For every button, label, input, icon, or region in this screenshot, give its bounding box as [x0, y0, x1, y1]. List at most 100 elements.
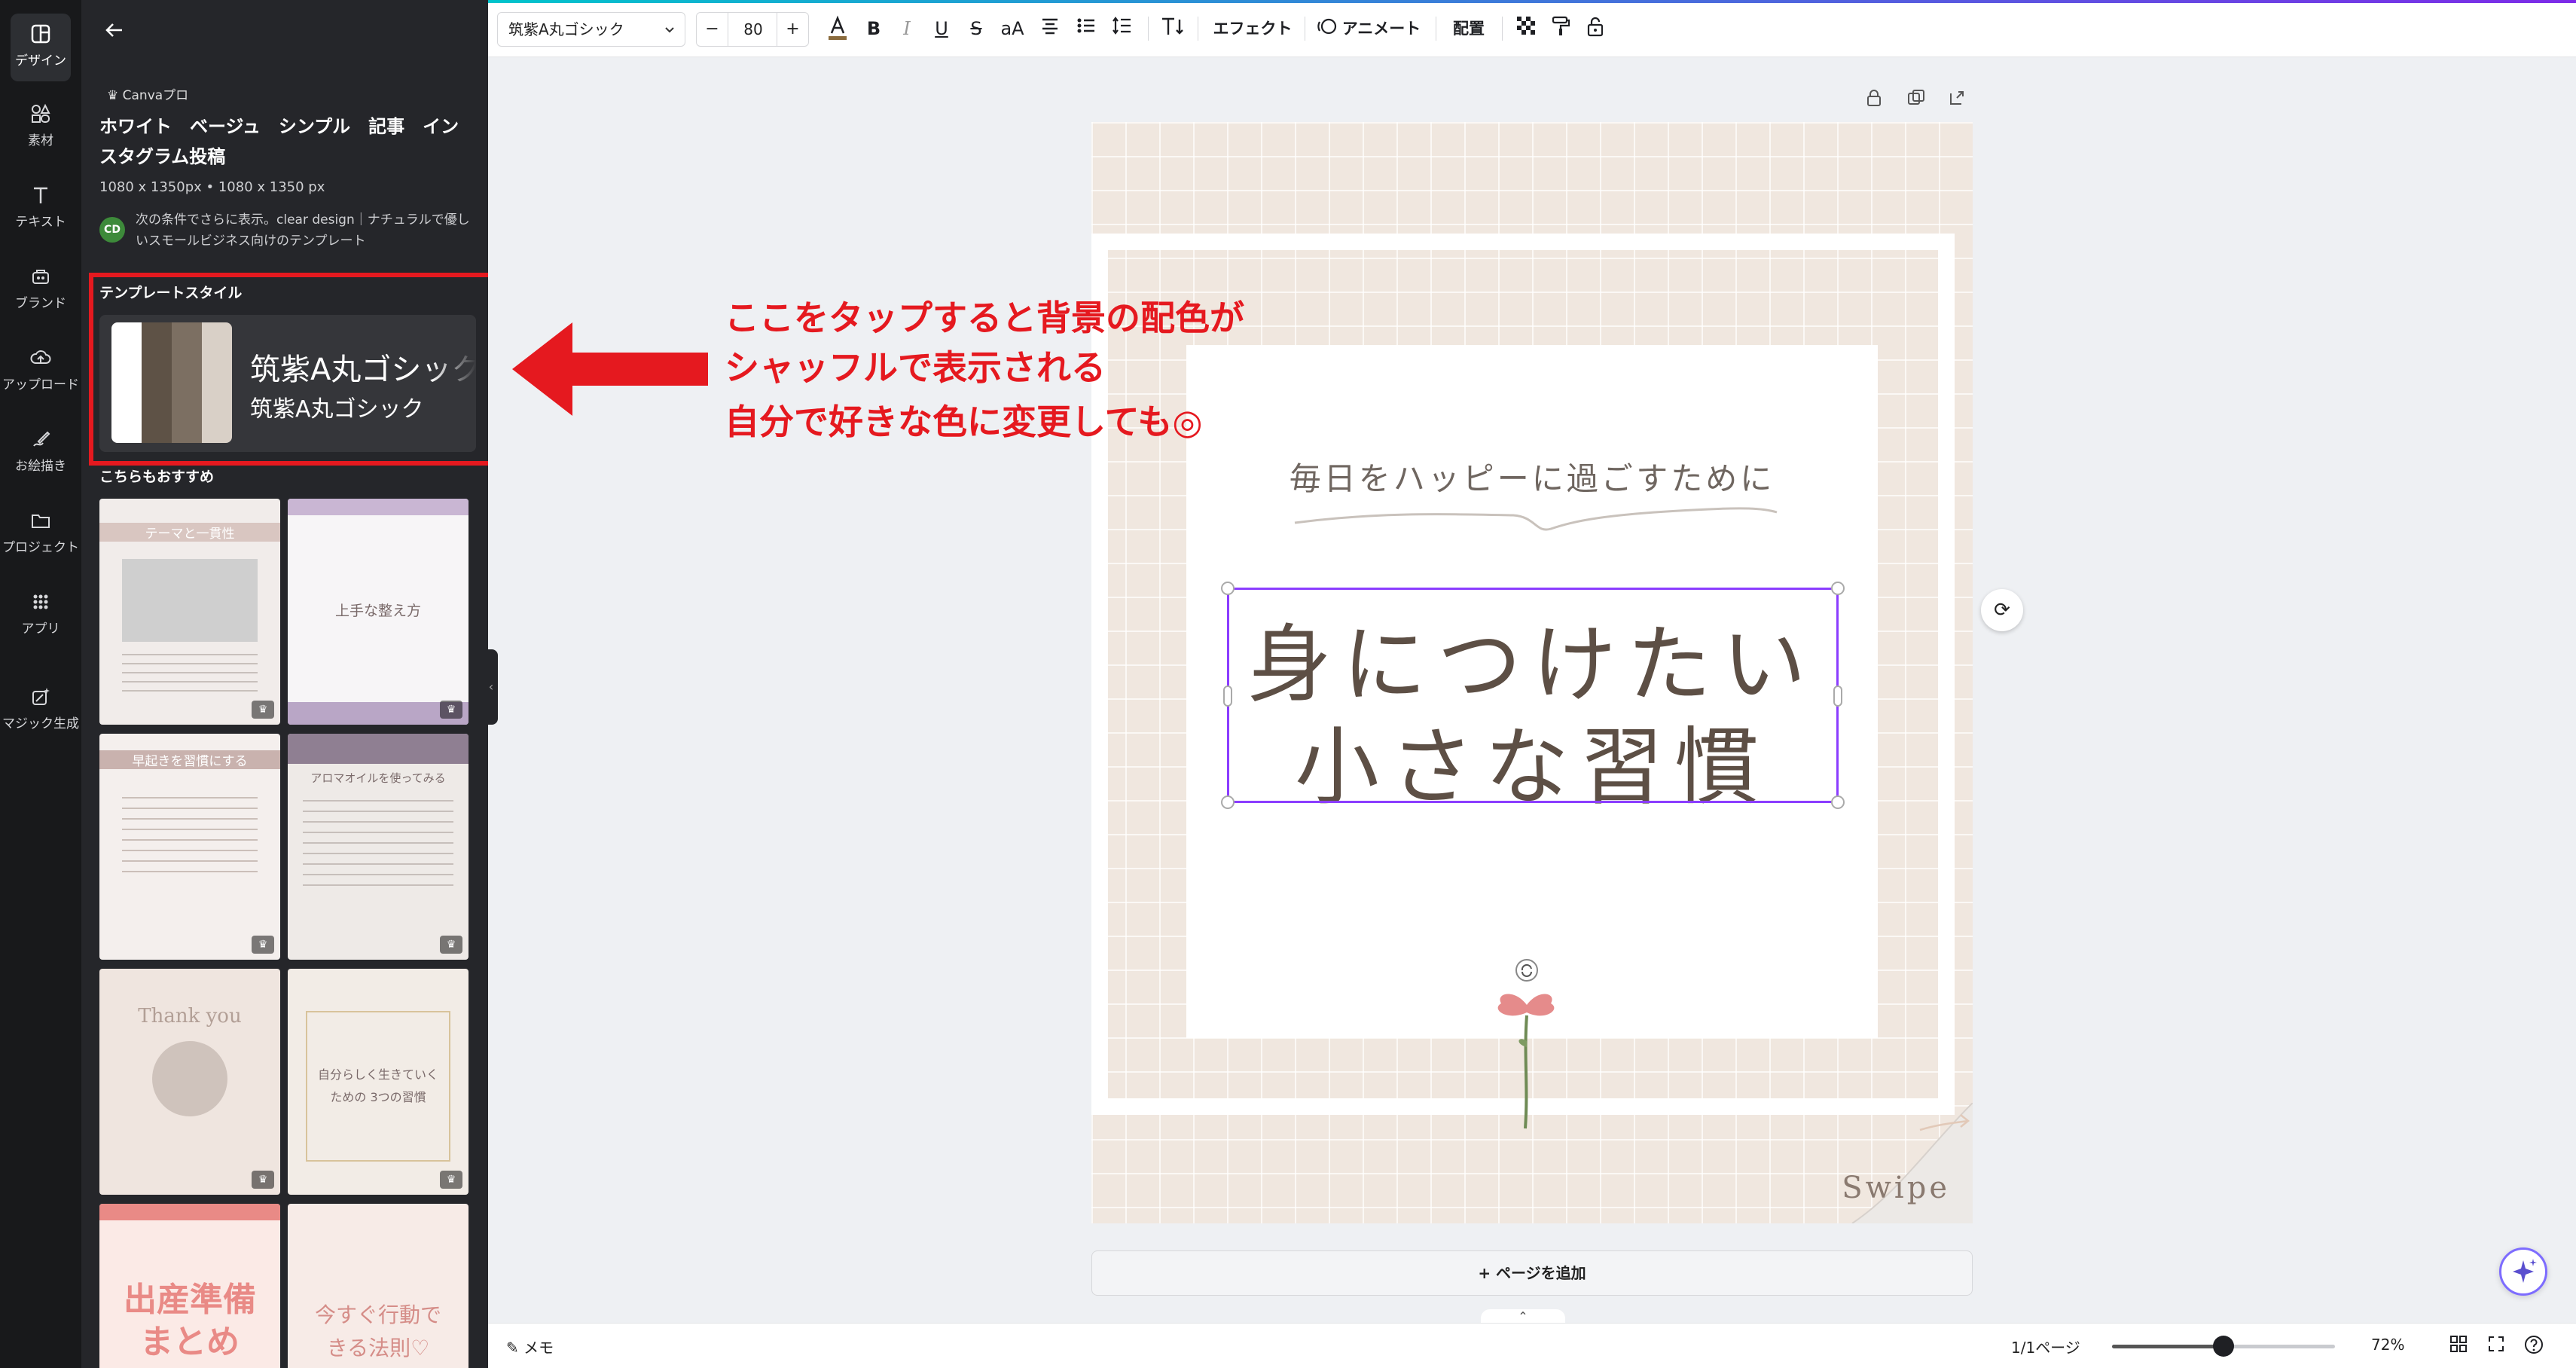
- fullscreen-icon[interactable]: [2484, 1334, 2508, 1358]
- bold-button[interactable]: B: [862, 15, 886, 42]
- notes-button[interactable]: ✎ メモ: [506, 1336, 554, 1357]
- text-color-button[interactable]: [824, 15, 851, 42]
- resize-handle[interactable]: [1221, 795, 1235, 809]
- rail-label: マジック生成: [2, 716, 79, 731]
- rail-label: ブランド: [15, 296, 66, 311]
- font-family-value: 筑紫A丸ゴシック: [508, 20, 624, 38]
- crown-icon: ♛: [252, 936, 274, 954]
- chevron-down-icon: [665, 27, 674, 33]
- animate-button[interactable]: アニメート: [1339, 15, 1424, 42]
- text-selection-box[interactable]: [1221, 582, 1845, 809]
- rail-label: アプリ: [21, 621, 60, 637]
- template-thumbnail[interactable]: 出産準備 まとめ: [99, 1204, 280, 1368]
- rail-item-upload[interactable]: アップロード: [0, 347, 81, 392]
- help-glyph: [2525, 1336, 2543, 1354]
- vertical-text-button[interactable]: [1157, 15, 1187, 42]
- resize-handle[interactable]: [1833, 686, 1842, 707]
- letter-case-icon: aA: [1000, 18, 1024, 39]
- grid-view-icon[interactable]: [2446, 1334, 2471, 1358]
- copy-style-button[interactable]: [1547, 15, 1574, 42]
- thumb-header-bar: [288, 734, 469, 764]
- highlight-box: [89, 273, 488, 466]
- template-thumbnail[interactable]: アロマオイルを使ってみる ♛: [288, 734, 469, 960]
- list-button[interactable]: [1073, 15, 1100, 42]
- template-thumbnail[interactable]: テーマと一貫性 ♛: [99, 499, 280, 725]
- page-counter[interactable]: 1/1ページ: [2011, 1336, 2080, 1357]
- rail-item-draw[interactable]: お絵描き: [0, 428, 81, 474]
- template-thumbnail[interactable]: 今すぐ行動できる法則♡: [288, 1204, 469, 1368]
- canva-pro-badge: ♛ Canvaプロ: [107, 88, 189, 103]
- design-page[interactable]: 毎日をハッピーに過ごすために 身につけたい 小さな習慣 Swipe: [1091, 122, 1973, 1223]
- crown-icon: ♛: [252, 701, 274, 719]
- template-thumbnail[interactable]: 自分らしく生きていくための 3つの習慣 ♛: [288, 969, 469, 1195]
- paint-roller-icon: [1552, 16, 1570, 35]
- strikethrough-button[interactable]: S: [964, 15, 988, 42]
- underline-button[interactable]: U: [929, 15, 954, 42]
- recommend-heading: こちらもおすすめ: [99, 469, 215, 485]
- align-button[interactable]: [1036, 15, 1064, 42]
- back-arrow-icon[interactable]: [102, 18, 127, 42]
- rail-label: テキスト: [15, 215, 66, 230]
- zoom-slider-knob[interactable]: [2213, 1336, 2234, 1357]
- fullscreen-glyph: [2489, 1336, 2504, 1351]
- thumb-text: 早起きを習慣にする: [99, 750, 280, 769]
- thumb-lines: [122, 797, 258, 880]
- rail-item-apps[interactable]: アプリ: [0, 591, 81, 637]
- author-avatar[interactable]: CD: [99, 217, 125, 243]
- resize-handle[interactable]: [1831, 582, 1845, 595]
- lock-button[interactable]: [1582, 15, 1609, 42]
- red-arrow-icon: [512, 322, 708, 416]
- thumb-image: [122, 559, 258, 642]
- magic-assistant-button[interactable]: [2499, 1247, 2547, 1296]
- design-icon: [31, 24, 50, 44]
- rotate-refresh-button[interactable]: ⟳: [1981, 589, 2023, 631]
- underline-icon: U: [935, 18, 948, 39]
- crown-icon: ♛: [252, 1171, 274, 1189]
- rail-item-text[interactable]: テキスト: [0, 184, 81, 230]
- case-button[interactable]: aA: [996, 15, 1029, 42]
- rail-item-elements[interactable]: 素材: [0, 102, 81, 148]
- swipe-text[interactable]: Swipe: [1842, 1171, 1950, 1205]
- template-thumbnail[interactable]: Thank you ♛: [99, 969, 280, 1195]
- position-button[interactable]: 配置: [1446, 15, 1491, 42]
- help-icon[interactable]: [2522, 1334, 2546, 1358]
- resize-handle[interactable]: [1221, 582, 1235, 595]
- italic-button[interactable]: I: [895, 15, 919, 42]
- transparency-button[interactable]: [1512, 15, 1540, 42]
- font-size-input[interactable]: 80: [728, 13, 778, 46]
- spacing-button[interactable]: [1109, 15, 1136, 42]
- decrease-size-button[interactable]: −: [697, 13, 728, 46]
- effects-button[interactable]: エフェクト: [1211, 15, 1294, 42]
- annotation-line-2: シャッフルで表示される: [725, 347, 1106, 388]
- collapse-panel-handle[interactable]: ‹: [484, 649, 498, 725]
- rail-item-projects[interactable]: プロジェクト: [0, 509, 81, 555]
- add-page-button[interactable]: + ページを追加: [1091, 1250, 1973, 1296]
- wave-decoration: [1294, 507, 1778, 531]
- resize-handle[interactable]: [1831, 795, 1845, 809]
- thumb-text: 今すぐ行動できる法則♡: [314, 1302, 441, 1360]
- animate-icon-wrap[interactable]: [1315, 15, 1339, 42]
- duplicate-page-icon[interactable]: [1906, 87, 1927, 108]
- rail-item-brand[interactable]: ブランド: [0, 265, 81, 311]
- font-family-select[interactable]: 筑紫A丸ゴシック: [497, 12, 685, 47]
- thumb-lines: [303, 800, 453, 890]
- template-thumbnail[interactable]: 早起きを習慣にする ♛: [99, 734, 280, 960]
- zoom-level[interactable]: 72%: [2371, 1336, 2404, 1354]
- bullet-list-icon: [1077, 18, 1094, 33]
- bold-icon: B: [866, 18, 881, 39]
- folder-icon: [32, 515, 50, 528]
- author-description[interactable]: 次の条件でさらに表示。clear design｜ナチュラルで優しいスモールビジネ…: [136, 209, 475, 252]
- font-size-stepper: − 80 +: [696, 12, 809, 47]
- increase-size-button[interactable]: +: [777, 13, 808, 46]
- rail-item-design[interactable]: デザイン: [0, 14, 81, 81]
- lock-page-icon[interactable]: [1863, 87, 1885, 108]
- add-page-icon[interactable]: [1946, 87, 1967, 108]
- thumb-portrait: [152, 1041, 227, 1116]
- magic-icon: [32, 688, 50, 705]
- thumb-header-bar: [99, 1204, 280, 1220]
- flower-illustration: [1497, 959, 1555, 1129]
- zoom-slider[interactable]: [2112, 1336, 2335, 1357]
- template-thumbnail[interactable]: 上手な整え方 ♛: [288, 499, 469, 725]
- resize-handle[interactable]: [1223, 686, 1232, 707]
- rail-item-magic[interactable]: マジック生成: [0, 686, 81, 731]
